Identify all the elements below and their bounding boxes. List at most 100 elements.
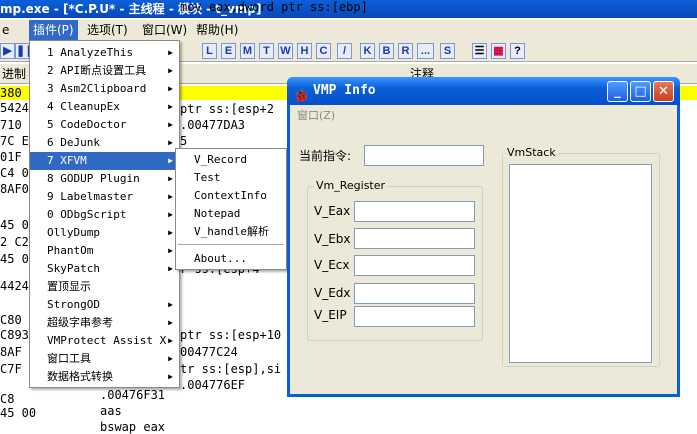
register-label-ecx: V_Ecx <box>314 258 350 272</box>
cpu-code-line[interactable]: mov eax,dword ptr ss:[ebp] <box>180 0 368 15</box>
close-button[interactable]: ✕ <box>653 81 674 102</box>
cpu-code-line[interactable]: ptr ss:[esp+10 <box>180 328 281 343</box>
cpu-code-line[interactable]: 00477C24 <box>180 345 238 360</box>
toolbar-button-1[interactable]: E <box>221 43 236 59</box>
register-field-edx[interactable] <box>354 283 475 304</box>
cpu-address-fragment[interactable]: C4 0 <box>0 166 29 181</box>
plugin-menu-item[interactable]: OllyDump ▶ <box>30 224 179 242</box>
plugin-menu-item[interactable]: PhantOm ▶ <box>30 242 179 260</box>
toolbar-button-11[interactable]: ... <box>417 43 434 59</box>
register-label-edx: V_Edx <box>314 286 351 300</box>
cpu-address-fragment[interactable]: 8AF <box>0 345 22 360</box>
minimize-button[interactable]: _ <box>607 81 628 102</box>
submenu-item-notepad[interactable]: Notepad <box>176 205 286 223</box>
plugin-menu-item[interactable]: 1 AnalyzeThis ▶ <box>30 44 179 62</box>
cpu-address-fragment[interactable]: 710 <box>0 118 22 133</box>
toolbar-button-2[interactable]: M <box>240 43 255 59</box>
cpu-code-line[interactable]: aas <box>100 404 122 419</box>
register-label-eax: V_Eax <box>314 204 351 218</box>
menu-plugins[interactable]: 插件(P) <box>29 20 78 40</box>
plugin-menu-item[interactable]: 2 API断点设置工具 ▶ <box>30 62 179 80</box>
plugin-menu-item[interactable]: 3 Asm2Clipboard ▶ <box>30 80 179 98</box>
toolbar-button-6[interactable]: C <box>316 43 331 59</box>
submenu-arrow-icon: ▶ <box>168 318 173 327</box>
submenu-item-vhandle[interactable]: V_handle解析 <box>176 223 286 241</box>
cpu-code-line[interactable]: ptr ss:[esp+2 <box>180 102 274 117</box>
cpu-address-fragment[interactable]: C8 <box>0 392 14 407</box>
toolbar-button-4[interactable]: W <box>278 43 293 59</box>
cpu-code-line[interactable]: .004776EF <box>180 378 245 393</box>
cpu-code-line[interactable]: .00476F31 <box>100 388 165 403</box>
plugin-menu-item[interactable]: VMProtect Assist X ▶ <box>30 332 179 350</box>
toolbar-button-7[interactable]: / <box>337 43 352 59</box>
cpu-code-line[interactable]: .00477DA3 <box>180 118 245 133</box>
toolbar-button-0[interactable]: L <box>202 43 217 59</box>
current-instruction-field[interactable] <box>364 145 484 166</box>
cpu-address-fragment[interactable]: 4424 <box>0 279 29 294</box>
toolbar-button-3[interactable]: T <box>259 43 274 59</box>
cpu-code-line[interactable]: 5 <box>180 134 187 149</box>
cpu-address-fragment[interactable]: C893 <box>0 328 29 343</box>
plugin-menu-item[interactable]: 4 CleanupEx ▶ <box>30 98 179 116</box>
submenu-arrow-icon: ▶ <box>168 300 173 309</box>
plugin-menu-item[interactable]: 0 ODbgScript ▶ <box>30 206 179 224</box>
cpu-address-fragment[interactable]: C80 <box>0 313 22 328</box>
toolbar-button-8[interactable]: K <box>360 43 375 59</box>
submenu-item-contextinfo[interactable]: ContextInfo <box>176 187 286 205</box>
help-icon[interactable]: ? <box>510 43 525 59</box>
cpu-code-line[interactable]: bswap eax <box>100 420 165 434</box>
toolbar-button-9[interactable]: B <box>379 43 394 59</box>
toolbar-button-5[interactable]: H <box>297 43 312 59</box>
pause-icon[interactable]: ❚❚ <box>15 43 34 59</box>
plugin-menu-item[interactable]: SkyPatch ▶ <box>30 260 179 278</box>
plugin-menu-item-label: StrongOD <box>47 298 100 311</box>
plugin-menu-item[interactable]: StrongOD ▶ <box>30 296 179 314</box>
menubar-fragment[interactable]: e <box>0 20 13 40</box>
plugin-menu-item[interactable]: 5 CodeDoctor ▶ <box>30 116 179 134</box>
menu-window[interactable]: 窗口(W) <box>138 20 191 40</box>
plugin-menu-item[interactable]: 数据格式转换 ▶ <box>30 368 179 386</box>
cpu-address-fragment[interactable]: 380 <box>0 86 22 101</box>
plugin-menu-item-label: OllyDump <box>47 226 100 239</box>
vmp-menu-window[interactable]: 窗口(Z) <box>297 107 335 123</box>
grid-icon[interactable]: ▦ <box>491 43 506 59</box>
list-icon[interactable]: ☰ <box>472 43 487 59</box>
submenu-item-test[interactable]: Test <box>176 169 286 187</box>
cpu-address-fragment[interactable]: 45 0 <box>0 252 29 267</box>
plugin-menu-item[interactable]: 8 GODUP Plugin ▶ <box>30 170 179 188</box>
plugin-menu-item-label: 3 Asm2Clipboard <box>47 82 147 95</box>
plugin-menu-item[interactable]: 置顶显示 <box>30 278 179 296</box>
cpu-address-fragment[interactable]: 8AF0 <box>0 182 29 197</box>
cpu-address-fragment[interactable]: 45 00 <box>0 406 36 421</box>
plugin-menu: 1 AnalyzeThis ▶ 2 API断点设置工具 ▶ 3 Asm2Clipboar… <box>29 40 180 388</box>
toolbar-button-12[interactable]: S <box>440 43 455 59</box>
maximize-button[interactable]: □ <box>630 81 651 102</box>
register-field-ebx[interactable] <box>354 228 475 249</box>
cpu-address-fragment[interactable]: C7F <box>0 362 22 377</box>
cpu-address-fragment[interactable]: 7C E <box>0 134 29 149</box>
register-field-eax[interactable] <box>354 201 475 222</box>
run-icon[interactable]: ▶ <box>0 43 15 59</box>
vmstack-list[interactable] <box>509 164 652 363</box>
plugin-menu-item[interactable]: 窗口工具 ▶ <box>30 350 179 368</box>
menu-options[interactable]: 选项(T) <box>83 20 132 40</box>
vmp-window-titlebar[interactable]: 🐞 VMP Info _ □ ✕ <box>287 77 680 105</box>
plugin-menu-item[interactable]: 超级字串参考 ▶ <box>30 314 179 332</box>
submenu-item-about[interactable]: About... <box>176 250 286 268</box>
submenu-arrow-icon: ▶ <box>168 156 173 165</box>
submenu-item-v-record[interactable]: V_Record <box>176 151 286 169</box>
cpu-address-fragment[interactable]: 45 0 <box>0 218 29 233</box>
register-field-eip[interactable] <box>354 306 475 327</box>
cpu-code-line[interactable]: tr ss:[esp],si <box>180 362 281 377</box>
menu-help[interactable]: 帮助(H) <box>192 20 242 40</box>
cpu-address-fragment[interactable]: 01F <box>0 150 22 165</box>
plugin-menu-item-label: 6 DeJunk <box>47 136 100 149</box>
register-field-ecx[interactable] <box>354 255 475 276</box>
plugin-menu-item[interactable]: 9 Labelmaster ▶ <box>30 188 179 206</box>
plugin-menu-item[interactable]: 6 DeJunk ▶ <box>30 134 179 152</box>
cpu-address-fragment[interactable]: 5424 <box>0 101 29 116</box>
cpu-address-fragment[interactable]: 2 C2 <box>0 235 29 250</box>
plugin-menu-item-label: 2 API断点设置工具 <box>47 64 147 77</box>
plugin-menu-item[interactable]: 7 XFVM ▶ <box>30 152 179 170</box>
toolbar-button-10[interactable]: R <box>398 43 413 59</box>
